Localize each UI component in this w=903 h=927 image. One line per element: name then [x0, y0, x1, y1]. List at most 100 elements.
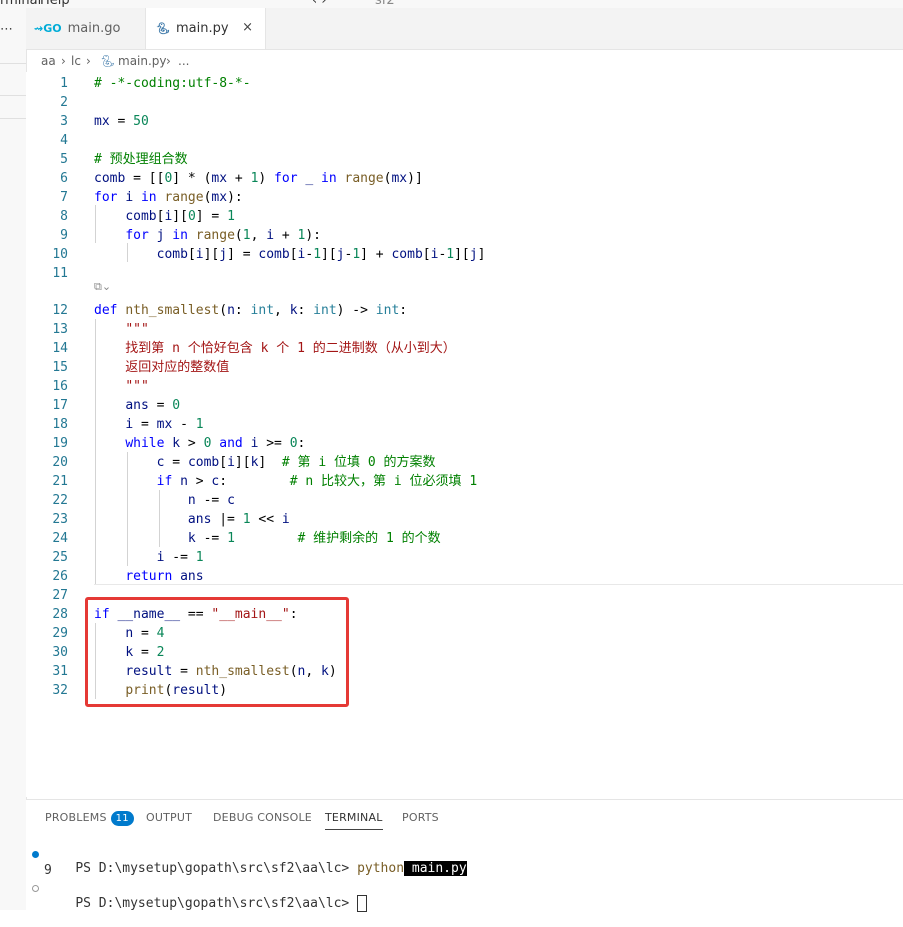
- code-line[interactable]: 5 # 预处理组合数: [26, 150, 903, 169]
- line-number: 23: [52, 512, 68, 527]
- code-line[interactable]: 9 for j in range(1, i + 1):: [26, 226, 903, 245]
- code-text[interactable]: for j in range(1, i + 1):: [94, 226, 321, 245]
- code-text[interactable]: ans |= 1 << i: [94, 510, 290, 529]
- code-line[interactable]: 11: [26, 264, 903, 283]
- code-text[interactable]: comb[i][j] = comb[i-1][j-1] + comb[i-1][…: [94, 245, 486, 264]
- code-text[interactable]: n -= c: [94, 491, 235, 510]
- code-line[interactable]: 8 comb[i][0] = 1: [26, 207, 903, 226]
- code-line[interactable]: 13 """: [26, 320, 903, 339]
- code-line[interactable]: 22 n -= c: [26, 491, 903, 510]
- code-text[interactable]: comb = [[0] * (mx + 1) for _ in range(mx…: [94, 169, 423, 188]
- terminal-prompt: PS D:\mysetup\gopath\src\sf2\aa\lc>: [75, 861, 350, 876]
- code-text[interactable]: comb[i][0] = 1: [94, 207, 235, 226]
- tab-main-go[interactable]: ⇝GO main.go: [26, 8, 146, 49]
- line-number: 29: [52, 626, 68, 641]
- menu-help[interactable]: Help: [40, 0, 70, 8]
- line-number: 27: [52, 588, 68, 603]
- terminal-cursor: [357, 895, 368, 912]
- terminal-line-prompt[interactable]: PS D:\mysetup\gopath\src\sf2\aa\lc>: [44, 880, 368, 927]
- code-line[interactable]: 19 while k > 0 and i >= 0:: [26, 434, 903, 453]
- line-number: 32: [52, 683, 68, 698]
- python-icon: 🐍︎: [100, 54, 116, 68]
- breadcrumb-aa[interactable]: aa: [41, 54, 56, 68]
- line-number: 10: [52, 247, 68, 262]
- code-line[interactable]: 23 ans |= 1 << i: [26, 510, 903, 529]
- code-text[interactable]: k -= 1 # 维护剩余的 1 的个数: [94, 529, 441, 548]
- tab-problems[interactable]: PROBLEMS 11: [45, 811, 134, 826]
- breadcrumb-lc[interactable]: lc: [71, 54, 81, 68]
- code-text[interactable]: """: [94, 320, 148, 339]
- line-number: 21: [52, 474, 68, 489]
- code-text[interactable]: def nth_smallest(n: int, k: int) -> int:: [94, 301, 407, 320]
- code-line[interactable]: 15 返回对应的整数值: [26, 358, 903, 377]
- code-line[interactable]: 1 # -*-coding:utf-8-*-: [26, 74, 903, 93]
- code-line[interactable]: 26 return ans: [26, 567, 903, 586]
- code-line[interactable]: 12 def nth_smallest(n: int, k: int) -> in…: [26, 301, 903, 320]
- breadcrumb-symbol[interactable]: ...: [178, 54, 189, 68]
- code-text[interactable]: if n > c: # n 比较大，第 i 位必须填 1: [94, 472, 478, 491]
- line-number: 28: [52, 607, 68, 622]
- code-line[interactable]: 25 i -= 1: [26, 548, 903, 567]
- code-text[interactable]: mx = 50: [94, 112, 149, 131]
- code-line[interactable]: 4: [26, 131, 903, 150]
- code-text[interactable]: i -= 1: [94, 548, 204, 567]
- code-line[interactable]: 16 """: [26, 377, 903, 396]
- menubar: rminal Help ‹ › sf2: [0, 0, 903, 8]
- code-text[interactable]: # -*-coding:utf-8-*-: [94, 74, 251, 93]
- code-text[interactable]: i = mx - 1: [94, 415, 203, 434]
- code-line[interactable]: 10 comb[i][j] = comb[i-1][j-1] + comb[i-…: [26, 245, 903, 264]
- code-line[interactable]: 24 k -= 1 # 维护剩余的 1 的个数: [26, 529, 903, 548]
- tab-ports[interactable]: PORTS: [402, 811, 439, 824]
- breadcrumb-file[interactable]: main.py: [118, 54, 167, 68]
- line-number: 22: [52, 493, 68, 508]
- code-line[interactable]: 2: [26, 93, 903, 112]
- code-text[interactable]: 返回对应的整数值: [94, 358, 229, 377]
- code-line[interactable]: 20 c = comb[i][k] # 第 i 位填 0 的方案数: [26, 453, 903, 472]
- line-number: 4: [60, 133, 68, 148]
- tab-label: main.go: [67, 21, 121, 36]
- code-line[interactable]: 6 comb = [[0] * (mx + 1) for _ in range(m…: [26, 169, 903, 188]
- code-line[interactable]: 14 找到第 n 个恰好包含 k 个 1 的二进制数（从小到大）: [26, 339, 903, 358]
- code-line[interactable]: 18 i = mx - 1: [26, 415, 903, 434]
- line-number: 20: [52, 455, 68, 470]
- tab-terminal[interactable]: TERMINAL: [325, 811, 383, 830]
- divider: [0, 63, 26, 64]
- line-number: 1: [60, 76, 68, 91]
- code-text[interactable]: return ans: [94, 567, 203, 586]
- code-text[interactable]: 找到第 n 个恰好包含 k 个 1 的二进制数（从小到大）: [94, 339, 455, 358]
- editor-tabs: ⇝GO main.go 🐍︎ main.py ×: [26, 8, 903, 50]
- line-number: 19: [52, 436, 68, 451]
- chevron-right-icon: ›: [166, 54, 171, 68]
- code-line[interactable]: 7 for i in range(mx):: [26, 188, 903, 207]
- command-center-search[interactable]: sf2: [375, 0, 395, 8]
- code-line[interactable]: 21 if n > c: # n 比较大，第 i 位必须填 1: [26, 472, 903, 491]
- close-icon[interactable]: ×: [242, 20, 253, 35]
- code-text[interactable]: # 预处理组合数: [94, 150, 188, 169]
- terminal-arg: main.py: [411, 861, 467, 876]
- code-line[interactable]: 17 ans = 0: [26, 396, 903, 415]
- divider: [0, 95, 26, 96]
- code-text[interactable]: """: [94, 377, 148, 396]
- nav-arrows[interactable]: ‹ ›: [312, 0, 327, 8]
- code-line[interactable]: 3 mx = 50: [26, 112, 903, 131]
- line-number: 7: [60, 190, 68, 205]
- code-text[interactable]: c = comb[i][k] # 第 i 位填 0 的方案数: [94, 453, 436, 472]
- line-number: 3: [60, 114, 68, 129]
- menu-terminal[interactable]: rminal: [0, 0, 41, 8]
- code-text[interactable]: for i in range(mx):: [94, 188, 243, 207]
- line-number: 18: [52, 417, 68, 432]
- terminal-output: 9: [44, 863, 52, 878]
- tab-main-py[interactable]: 🐍︎ main.py ×: [146, 8, 266, 49]
- code-text[interactable]: while k > 0 and i >= 0:: [94, 434, 305, 453]
- tab-debug-console[interactable]: DEBUG CONSOLE: [213, 811, 312, 824]
- line-number: 16: [52, 379, 68, 394]
- chevron-right-icon: ›: [61, 54, 66, 68]
- line-number: 15: [52, 360, 68, 375]
- command-success-dot[interactable]: [32, 851, 39, 858]
- command-pending-dot[interactable]: [32, 885, 39, 892]
- more-actions-icon[interactable]: ⋯: [0, 22, 13, 37]
- line-number: 26: [52, 569, 68, 584]
- side-panel-edge: ⋯: [0, 8, 27, 910]
- tab-output[interactable]: OUTPUT: [146, 811, 192, 824]
- code-text[interactable]: ans = 0: [94, 396, 180, 415]
